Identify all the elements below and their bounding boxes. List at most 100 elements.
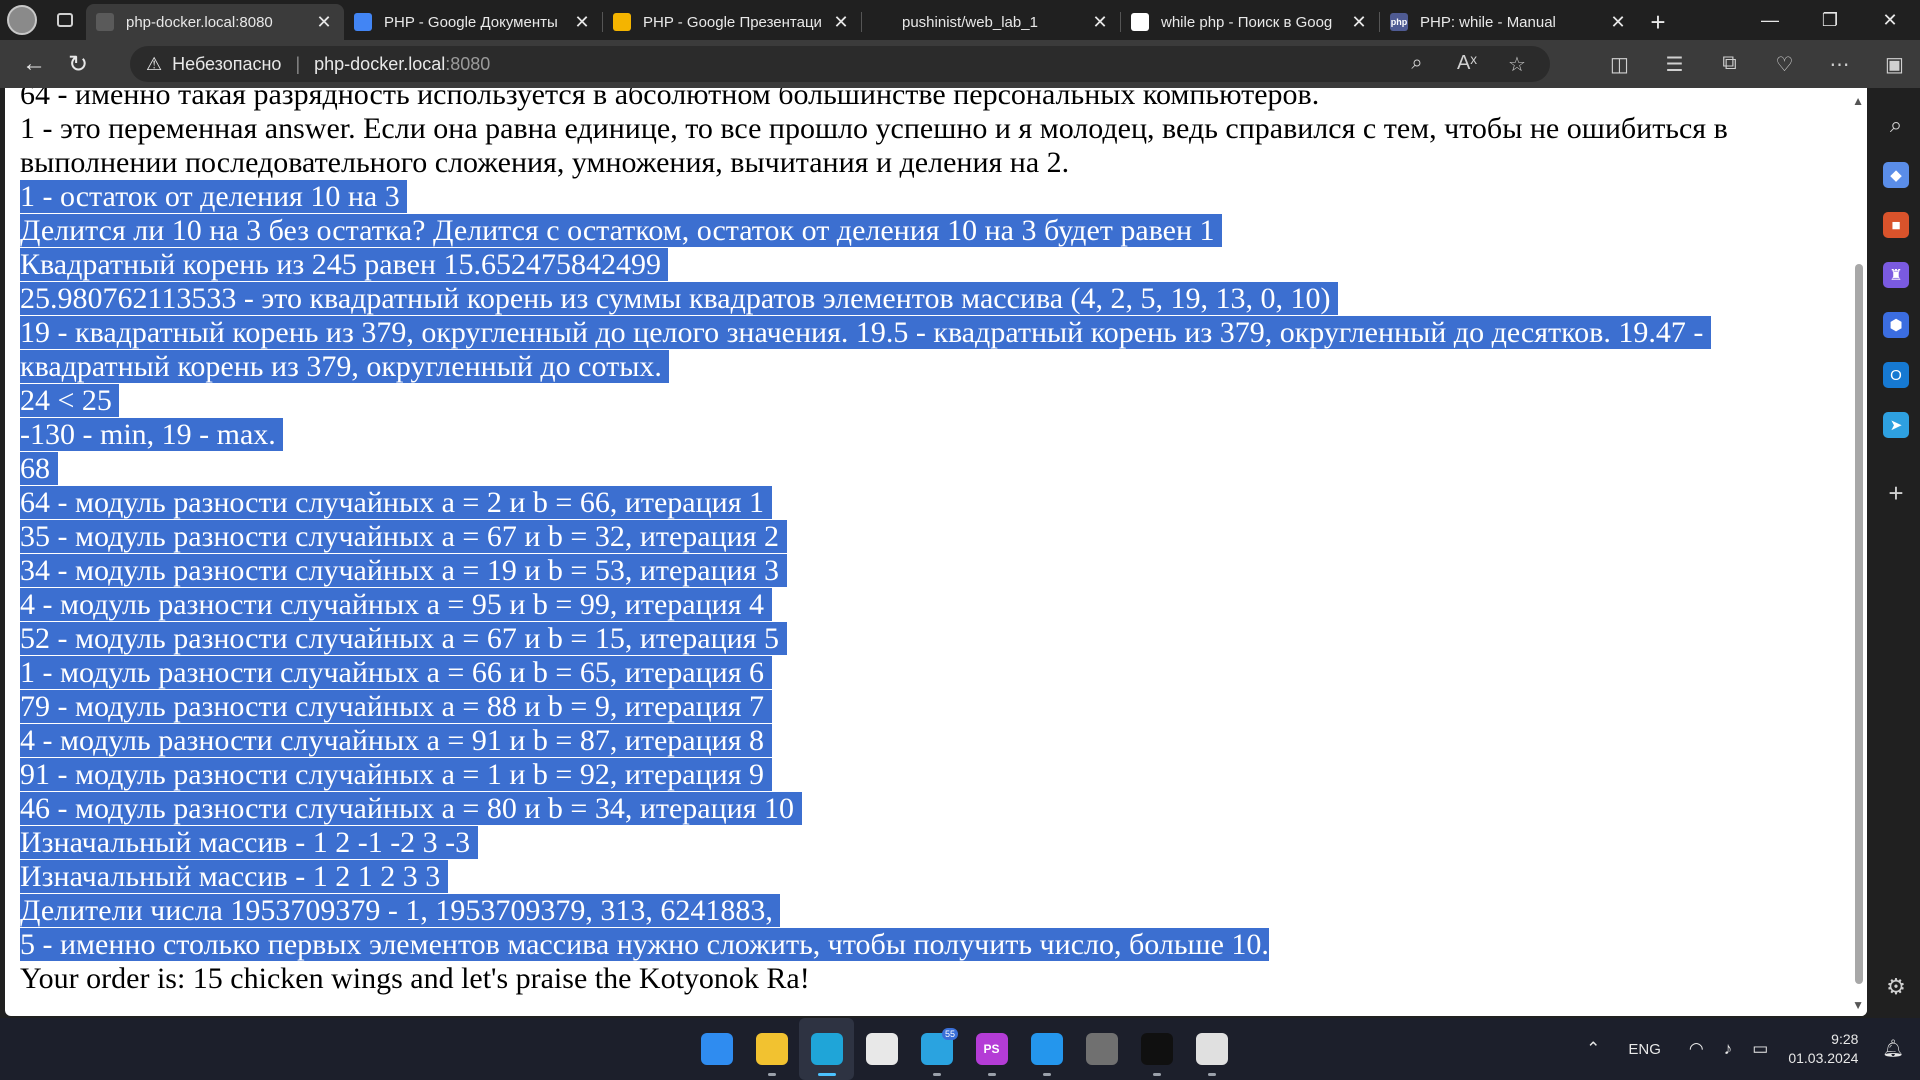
restore-button[interactable]: ❐ xyxy=(1800,0,1860,40)
battery-icon[interactable]: ▭ xyxy=(1752,1039,1768,1059)
notifications-bell-icon[interactable]: 🔔︎ xyxy=(1882,1039,1904,1059)
tab-title: php-docker.local:8080 xyxy=(126,13,273,31)
selected-text: Изначальный массив - 1 2 -1 -2 3 -3 xyxy=(20,826,478,859)
selected-text: Делится ли 10 на 3 без остатка? Делится … xyxy=(20,214,1223,247)
taskbar-app[interactable] xyxy=(1184,1018,1239,1080)
back-button[interactable]: ← xyxy=(12,44,56,84)
games-icon[interactable]: ♜ xyxy=(1883,262,1909,288)
taskbar-app[interactable] xyxy=(854,1018,909,1080)
slides-icon xyxy=(613,13,631,31)
scroll-up-icon[interactable]: ▲ xyxy=(1852,94,1864,108)
new-tab-button[interactable]: + xyxy=(1638,4,1678,40)
tab-close-icon[interactable]: ✕ xyxy=(314,12,334,33)
running-indicator xyxy=(817,1073,836,1076)
tab-title: PHP - Google Документы xyxy=(384,13,558,31)
browser-tab[interactable]: PHP - Google Документы ✕ xyxy=(344,4,602,40)
warning-icon[interactable]: ⚠ xyxy=(146,54,162,75)
browser-tab[interactable]: pushinist/web_lab_1 ✕ xyxy=(862,4,1120,40)
taskbar-app[interactable] xyxy=(799,1018,854,1080)
text-line: Квадратный корень из 245 равен 15.652475… xyxy=(20,248,1820,282)
taskbar-app[interactable] xyxy=(689,1018,744,1080)
selected-text: 79 - модуль разности случайных a = 88 и … xyxy=(20,690,772,723)
search-icon[interactable]: ⌕ xyxy=(1883,112,1909,138)
taskbar-app[interactable] xyxy=(744,1018,799,1080)
tab-close-icon[interactable]: ✕ xyxy=(1349,12,1369,33)
close-window-button[interactable]: ✕ xyxy=(1860,0,1920,40)
reload-button[interactable]: ↻ xyxy=(56,44,100,84)
tab-close-icon[interactable]: ✕ xyxy=(831,12,851,33)
selected-text: 25.980762113533 - это квадратный корень … xyxy=(20,282,1339,315)
page-content: 64 - именно такая разрядность использует… xyxy=(20,88,1820,996)
text-line: 34 - модуль разности случайных a = 19 и … xyxy=(20,554,1820,588)
tab-close-icon[interactable]: ✕ xyxy=(1608,12,1628,33)
more-menu-icon[interactable]: ⋯ xyxy=(1812,52,1867,77)
selected-text: 35 - модуль разности случайных a = 67 и … xyxy=(20,520,787,553)
file-explorer-icon xyxy=(755,1033,788,1065)
docs-icon xyxy=(354,13,372,31)
read-aloud-icon[interactable]: Aˣ xyxy=(1442,52,1492,77)
drop-icon[interactable]: ➤ xyxy=(1883,412,1909,438)
text-line: 5 - именно столько первых элементов масс… xyxy=(20,928,1820,962)
scroll-down-icon[interactable]: ▼ xyxy=(1852,998,1864,1012)
chevron-up-icon[interactable]: ⌃ xyxy=(1586,1039,1600,1059)
output-text: 64 - именно такая разрядность использует… xyxy=(20,88,1320,111)
collections-icon[interactable]: ⧉ xyxy=(1702,52,1757,77)
text-line: -130 - min, 19 - max. xyxy=(20,418,1820,452)
output-text: Your order is: 15 chicken wings and let'… xyxy=(20,962,810,995)
outlook-icon[interactable]: O xyxy=(1883,362,1909,388)
copilot-icon[interactable]: ⬢ xyxy=(1883,312,1909,338)
browser-tab[interactable]: php-docker.local:8080 ✕ xyxy=(86,4,344,40)
tab-actions-button[interactable] xyxy=(44,0,86,40)
add-sidebar-app-icon[interactable]: + xyxy=(1888,478,1903,509)
text-line: 91 - модуль разности случайных a = 1 и b… xyxy=(20,758,1820,792)
browser-tab[interactable]: while php - Поиск в Goog ✕ xyxy=(1121,4,1379,40)
security-label[interactable]: Небезопасно xyxy=(172,54,281,75)
clock[interactable]: 9:28 01.03.2024 xyxy=(1788,1030,1858,1068)
taskbar-app[interactable] xyxy=(1074,1018,1129,1080)
selected-text: Изначальный массив - 1 2 1 2 3 3 xyxy=(20,860,448,893)
tab-close-icon[interactable]: ✕ xyxy=(572,12,592,33)
selected-text: 34 - модуль разности случайных a = 19 и … xyxy=(20,554,787,587)
output-text: выполнении последовательного сложения, у… xyxy=(20,146,1070,179)
language-indicator[interactable]: ENG xyxy=(1628,1041,1661,1058)
text-line: Изначальный массив - 1 2 1 2 3 3 xyxy=(20,860,1820,894)
tools-icon[interactable]: ■ xyxy=(1883,212,1909,238)
favorite-star-icon[interactable]: ☆ xyxy=(1492,52,1542,77)
text-line: 24 < 25 xyxy=(20,384,1820,418)
browser-toolbar: ← ↻ ⚠ Небезопасно | php-docker.local:808… xyxy=(0,40,1920,88)
sidebar-settings-icon[interactable]: ⚙ xyxy=(1886,974,1906,1000)
avatar xyxy=(7,5,37,35)
address-bar[interactable]: ⚠ Небезопасно | php-docker.local:8080 ⌕ … xyxy=(130,46,1550,82)
sidebar-toggle-icon[interactable]: ▣ xyxy=(1867,52,1920,77)
selected-text: 52 - модуль разности случайных a = 67 и … xyxy=(20,622,787,655)
shopping-tag-icon[interactable]: ◆ xyxy=(1883,162,1909,188)
text-line: 19 - квадратный корень из 379, округленн… xyxy=(20,316,1820,350)
google-icon xyxy=(1131,13,1149,31)
sparkle-app-icon xyxy=(1140,1033,1173,1065)
system-tray: ⌃ ENG ◠ ♪ ▭ 9:28 01.03.2024 🔔︎ xyxy=(1576,1018,1920,1080)
text-line: 4 - модуль разности случайных a = 91 и b… xyxy=(20,724,1820,758)
zoom-icon[interactable]: ⌕ xyxy=(1392,52,1442,77)
taskbar-app[interactable] xyxy=(1129,1018,1184,1080)
split-screen-icon[interactable]: ◫ xyxy=(1592,52,1647,77)
vertical-scrollbar[interactable]: ▲ ▼ xyxy=(1851,88,1867,1016)
text-line: 46 - модуль разности случайных a = 80 и … xyxy=(20,792,1820,826)
profile-button[interactable] xyxy=(0,0,44,40)
clock-time: 9:28 xyxy=(1831,1031,1859,1047)
scrollbar-thumb[interactable] xyxy=(1855,264,1863,984)
text-line: 1 - модуль разности случайных a = 66 и b… xyxy=(20,656,1820,690)
favorites-icon[interactable]: ☰ xyxy=(1647,52,1702,77)
wifi-icon[interactable]: ◠ xyxy=(1689,1039,1704,1059)
browser-essentials-icon[interactable]: ♡ xyxy=(1757,52,1812,77)
taskbar-app[interactable]: 55 xyxy=(909,1018,964,1080)
browser-tab[interactable]: php PHP: while - Manual ✕ xyxy=(1380,4,1638,40)
edge-icon xyxy=(810,1033,843,1065)
text-line: 1 - остаток от деления 10 на 3 xyxy=(20,180,1820,214)
browser-tab[interactable]: PHP - Google Презентаци ✕ xyxy=(603,4,861,40)
taskbar-app[interactable] xyxy=(1019,1018,1074,1080)
minimize-button[interactable]: — xyxy=(1740,0,1800,40)
taskbar-app[interactable]: PS xyxy=(964,1018,1019,1080)
tab-close-icon[interactable]: ✕ xyxy=(1090,12,1110,33)
url-host: php-docker.local xyxy=(314,53,446,74)
volume-icon[interactable]: ♪ xyxy=(1724,1039,1733,1059)
